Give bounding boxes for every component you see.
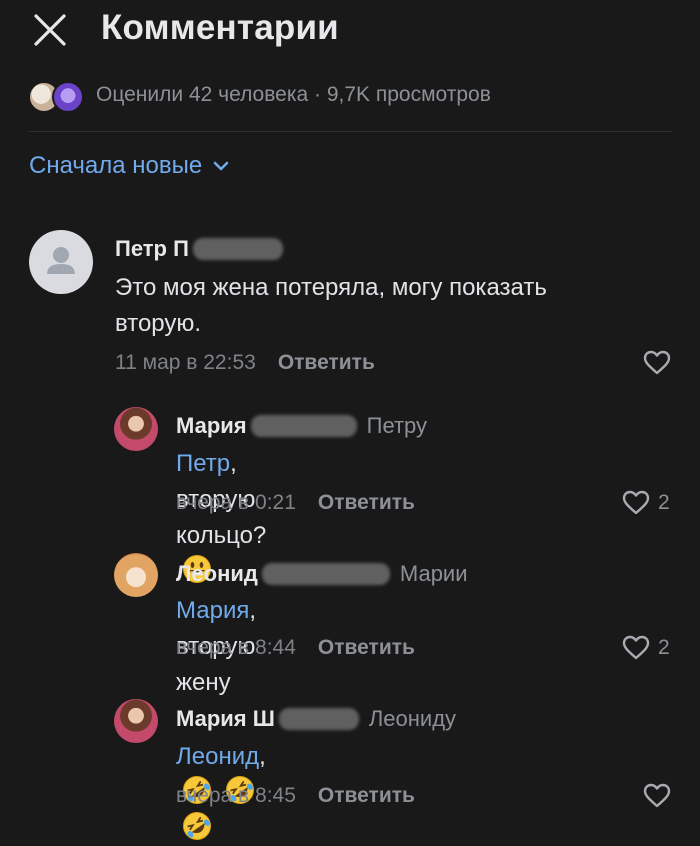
mention-link[interactable]: Петр [176, 450, 230, 477]
comment-author[interactable]: Леонид [176, 561, 258, 587]
comment-time: 11 мар в 22:53 [115, 351, 256, 374]
like-button[interactable]: 2 [622, 490, 670, 516]
comment-author[interactable]: Мария Ш [176, 706, 275, 732]
reply-button[interactable]: Ответить [278, 351, 375, 375]
avatar[interactable] [114, 407, 158, 451]
close-icon [34, 14, 66, 46]
mention-link[interactable]: Леонид [176, 743, 259, 770]
comment-header: Мария Петру [176, 413, 427, 439]
redaction [250, 415, 357, 437]
redaction [261, 563, 390, 585]
divider [28, 131, 672, 132]
close-button[interactable] [32, 12, 68, 48]
comment-meta: 11 мар в 22:53 Ответить [115, 351, 375, 375]
like-count: 2 [658, 491, 670, 514]
avatar[interactable] [29, 230, 93, 294]
reply-to-name[interactable]: Леониду [369, 706, 456, 732]
sort-dropdown[interactable]: Сначала новые [29, 152, 230, 180]
mention-link[interactable]: Мария [176, 597, 249, 624]
comment-time: вчера в 8:44 [176, 636, 296, 659]
reactions-summary[interactable]: Оценили 42 человека · 9,7K просмотров [28, 79, 491, 113]
comment-time: вчера в 0:21 [176, 491, 296, 514]
comment-time: вчера в 8:45 [176, 784, 296, 807]
comment-header: Леонид Марии [176, 561, 468, 587]
reply-to-name[interactable]: Марии [400, 561, 468, 587]
comment-meta: вчера в 8:44 Ответить [176, 636, 415, 660]
reply-button[interactable]: Ответить [318, 784, 415, 808]
avatar[interactable] [114, 699, 158, 743]
like-button[interactable] [643, 783, 671, 809]
comment-text-line: Это моя жена потеряла, могу показать [115, 274, 547, 301]
avatar[interactable] [114, 553, 158, 597]
page-title: Комментарии [101, 8, 339, 47]
comment-header: Мария Ш Леониду [176, 706, 456, 732]
reply-button[interactable]: Ответить [318, 491, 415, 515]
comment-text-body: , [259, 743, 266, 770]
comment-author[interactable]: Петр П [115, 236, 189, 262]
like-button[interactable]: 2 [622, 635, 670, 661]
comments-page: Комментарии Оценили 42 человека · 9,7K п… [0, 0, 700, 846]
comment-meta: вчера в 0:21 Ответить [176, 491, 415, 515]
comment-text-line: вторую. [115, 310, 202, 337]
heart-icon [643, 783, 671, 808]
reply-to-name[interactable]: Петру [367, 413, 427, 439]
like-button[interactable] [643, 350, 671, 376]
like-count: 2 [658, 636, 670, 659]
rolling-laughing-emoji-icon [183, 812, 211, 840]
sort-label: Сначала новые [29, 152, 203, 179]
header: Комментарии [0, 0, 700, 60]
comment-author[interactable]: Мария [176, 413, 247, 439]
user-placeholder-icon [47, 247, 75, 274]
reactions-text: Оценили 42 человека · 9,7K просмотров [96, 83, 491, 106]
comment-text: Это моя жена потеряла, могу показать вто… [115, 270, 655, 342]
chevron-down-icon [213, 161, 229, 171]
reactors-avatars [28, 79, 86, 113]
comment-meta: вчера в 8:45 Ответить [176, 784, 415, 808]
heart-icon [643, 350, 671, 375]
heart-icon [622, 635, 650, 660]
comment-header: Петр П [115, 236, 283, 262]
reply-button[interactable]: Ответить [318, 636, 415, 660]
redaction [192, 238, 283, 260]
avatar [52, 81, 84, 113]
redaction [278, 708, 359, 730]
heart-icon [622, 490, 650, 515]
